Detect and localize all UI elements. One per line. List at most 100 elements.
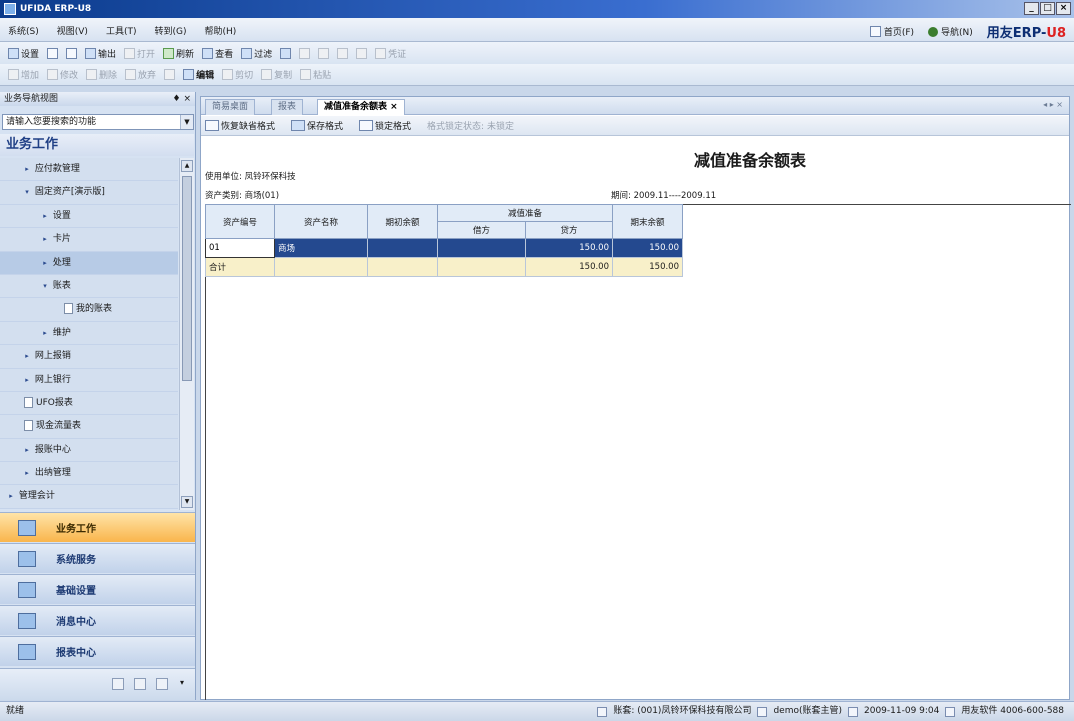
prev-icon[interactable]	[318, 47, 330, 59]
voucher-icon	[375, 47, 387, 59]
grid-frame	[205, 204, 1071, 700]
report-center-button[interactable]: 报表中心	[0, 636, 195, 666]
lock-format-button[interactable]: 锁定格式	[359, 119, 411, 132]
last-icon[interactable]	[356, 47, 368, 59]
add-button[interactable]: 增加	[8, 68, 39, 81]
chevron-down-icon[interactable]: ▾	[180, 678, 184, 687]
restore-format-button[interactable]: 恢复缺省格式	[205, 119, 275, 132]
binoculars-icon	[202, 47, 214, 59]
search-input[interactable]: 请输入您要搜索的功能 ▼	[2, 114, 194, 130]
nav-scrollbar[interactable]: ▲ ▼	[179, 158, 194, 510]
nav-item-settings[interactable]: ▸ 设置	[0, 204, 178, 229]
monitor-icon	[18, 550, 36, 567]
nav-section-title: 业务工作	[0, 134, 194, 156]
close-icon[interactable]: ×	[390, 102, 398, 112]
help-icon[interactable]	[280, 47, 292, 59]
report-period: 期间: 2009.11----2009.11	[611, 191, 717, 201]
discard-button[interactable]: 放弃	[125, 68, 156, 81]
nav-item-online-bank[interactable]: ▸ 网上银行	[0, 368, 178, 392]
nav-item-cards[interactable]: ▸ 卡片	[0, 228, 178, 252]
nav-header: 业务导航视图 ♦ ×	[0, 92, 195, 106]
tab-impairment-balance[interactable]: 减值准备余额表 ×	[317, 99, 405, 115]
scroll-down-icon[interactable]: ▼	[181, 496, 193, 508]
user-icon	[757, 706, 768, 717]
open-button[interactable]: 打开	[124, 47, 155, 60]
nav-item-cashflow[interactable]: 现金流量表	[0, 415, 178, 439]
chevron-down-icon[interactable]: ▼	[180, 115, 193, 129]
nav-item-cashier[interactable]: ▸ 出纳管理	[0, 462, 178, 486]
modify-icon	[47, 69, 59, 80]
print-icon[interactable]	[47, 47, 59, 59]
nav-item-online-expense[interactable]: ▸ 网上报销	[0, 345, 178, 369]
message-center-button[interactable]: 消息中心	[0, 605, 195, 635]
basic-settings-button[interactable]: 基础设置	[0, 574, 195, 604]
menu-bar: 系统(S) 视图(V) 工具(T) 转到(G) 帮助(H) 首页(F) 导航(N…	[0, 18, 1074, 42]
pin-close-icon[interactable]: ♦ ×	[173, 92, 191, 106]
report-title: 减值准备余额表	[693, 151, 806, 170]
tab-desktop[interactable]: 简易桌面	[205, 99, 256, 115]
refresh-icon[interactable]	[112, 678, 124, 690]
export-button[interactable]: 输出	[85, 47, 116, 60]
paste-button[interactable]: 粘贴	[300, 68, 331, 81]
save-icon[interactable]	[164, 69, 176, 80]
layout-icon[interactable]	[134, 678, 146, 690]
settings-button[interactable]: 设置	[8, 47, 39, 60]
report-table: 资产编号 资产名称 期初余额 减值准备 期末余额 借方 贷方 01 商场 150…	[205, 204, 683, 277]
nav-item-my-reports[interactable]: 我的账表	[0, 298, 178, 322]
voucher-button[interactable]: 凭证	[375, 47, 406, 60]
calendar-icon	[848, 706, 858, 717]
menu-view[interactable]: 视图(V)	[57, 24, 88, 37]
nav-item-process[interactable]: ▸ 处理	[0, 251, 178, 275]
delete-icon	[86, 69, 98, 80]
next-icon[interactable]	[337, 47, 349, 59]
nav-bottom-bar: ▾	[0, 668, 195, 700]
home-link[interactable]: 首页(F)	[869, 25, 914, 38]
nav-item-payables[interactable]: ▸ 应付款管理	[0, 158, 178, 182]
table-row-total[interactable]: 合计 150.00 150.00	[205, 257, 683, 277]
nav-link[interactable]: 导航(N)	[928, 25, 973, 38]
scroll-up-icon[interactable]: ▲	[181, 160, 193, 172]
business-work-button[interactable]: 业务工作	[0, 512, 195, 542]
view-button[interactable]: 查看	[202, 47, 233, 60]
tab-reports[interactable]: 报表	[271, 99, 304, 115]
export-icon	[85, 47, 97, 59]
refresh-icon	[163, 47, 175, 59]
nav-item-maintenance[interactable]: ▸ 维护	[0, 321, 178, 346]
maximize-button[interactable]: □	[1040, 2, 1055, 15]
nav-item-fixed-assets[interactable]: ▾ 固定资产[演示版]	[0, 181, 178, 205]
col-name: 资产名称	[274, 204, 368, 239]
navigation-panel: 业务导航视图 ♦ × 请输入您要搜索的功能 ▼ 业务工作 ▸ 应付款管理 ▾ 固…	[0, 92, 196, 700]
menu-tools[interactable]: 工具(T)	[106, 24, 137, 37]
customize-icon[interactable]	[156, 678, 168, 690]
menu-system[interactable]: 系统(S)	[8, 24, 39, 37]
document-icon	[24, 396, 33, 408]
scroll-thumb[interactable]	[182, 176, 192, 381]
status-account: 账套: (001)凤铃环保科技有限公司	[613, 706, 752, 716]
first-icon[interactable]	[299, 47, 311, 59]
preview-icon[interactable]	[66, 47, 78, 59]
edit-button[interactable]: 编辑	[183, 68, 214, 81]
nav-item-management-accounting[interactable]: ▸ 管理会计	[0, 485, 178, 509]
document-icon	[24, 420, 33, 432]
tab-nav-icons[interactable]: ◂ ▸ ×	[1043, 100, 1063, 109]
save-icon	[291, 120, 306, 131]
delete-button[interactable]: 删除	[86, 68, 117, 81]
menu-goto[interactable]: 转到(G)	[154, 24, 186, 37]
copy-button[interactable]: 复制	[261, 68, 292, 81]
nav-item-claim-center[interactable]: ▸ 报账中心	[0, 438, 178, 463]
filter-button[interactable]: 过滤	[241, 47, 272, 60]
close-button[interactable]: ×	[1056, 2, 1071, 15]
refresh-button[interactable]: 刷新	[163, 47, 194, 60]
nav-item-ufo[interactable]: UFO报表	[0, 391, 178, 416]
table-row[interactable]: 01 商场 150.00 150.00	[205, 238, 683, 258]
modify-button[interactable]: 修改	[47, 68, 78, 81]
menu-help[interactable]: 帮助(H)	[204, 24, 236, 37]
scissors-icon	[222, 69, 234, 80]
system-service-button[interactable]: 系统服务	[0, 543, 195, 573]
nav-item-reports[interactable]: ▾ 账表	[0, 274, 178, 299]
minimize-button[interactable]: _	[1024, 2, 1039, 15]
col-opening: 期初余额	[367, 204, 438, 239]
status-date: 2009-11-09 9:04	[864, 706, 940, 716]
cut-button[interactable]: 剪切	[222, 68, 253, 81]
save-format-button[interactable]: 保存格式	[291, 119, 343, 132]
